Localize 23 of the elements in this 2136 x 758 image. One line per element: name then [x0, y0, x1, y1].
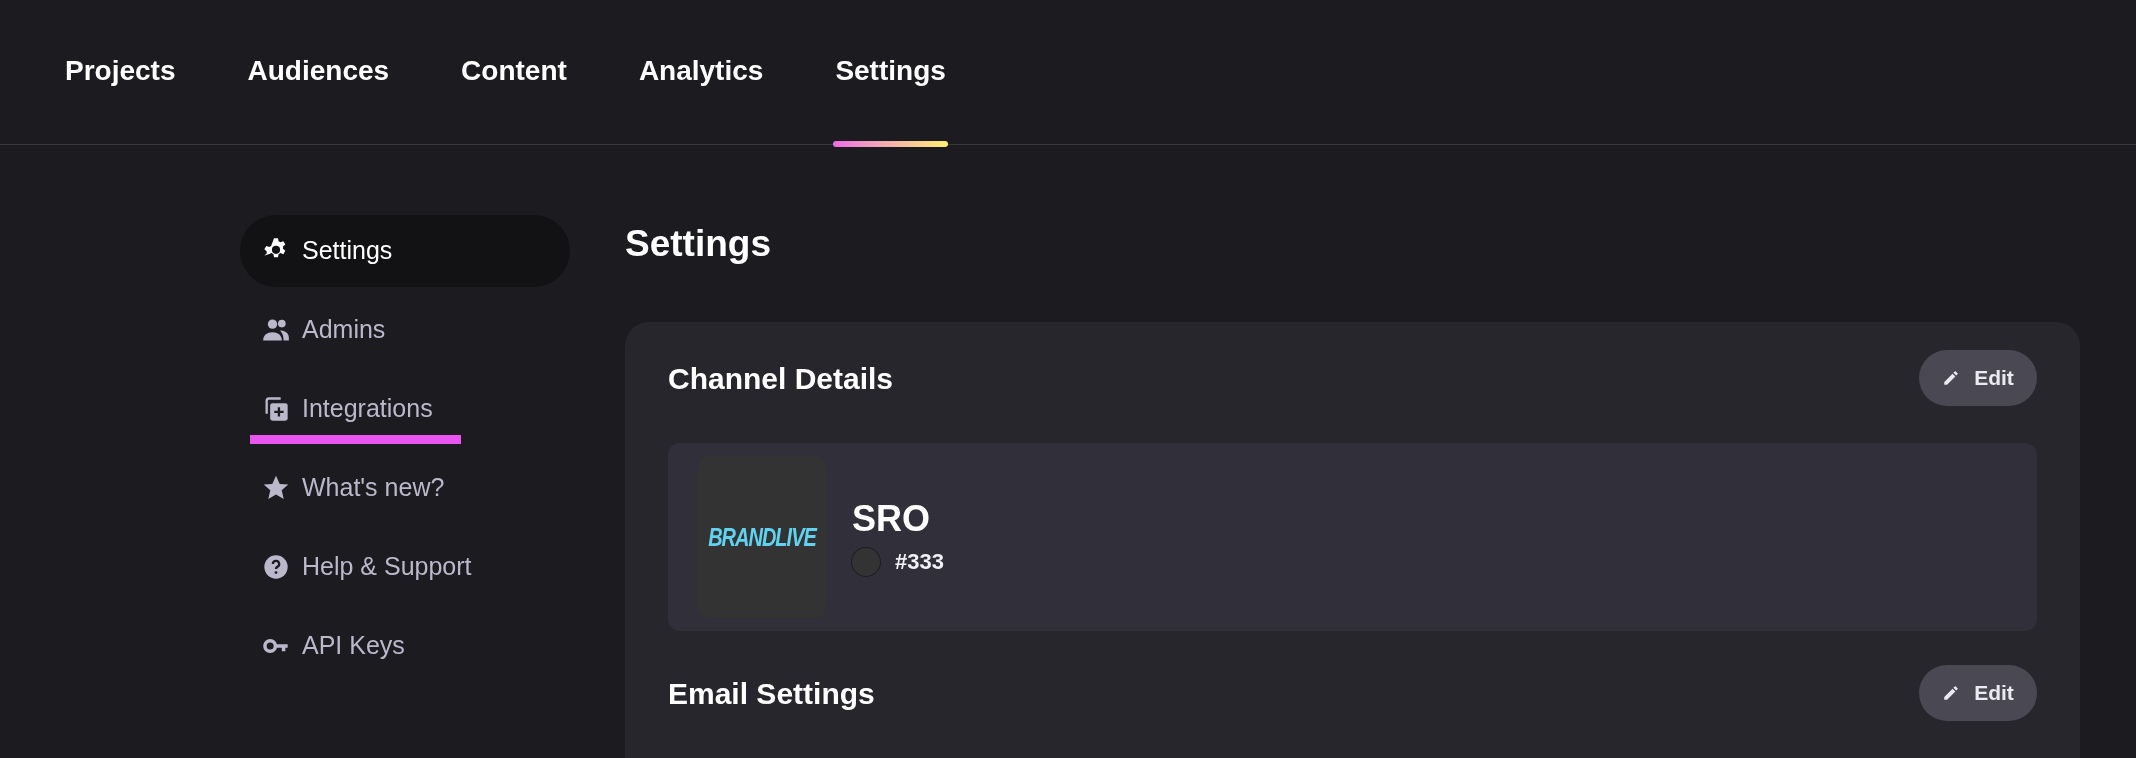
- nav-tab[interactable]: Analytics: [638, 50, 764, 94]
- nav-tab[interactable]: Audiences: [247, 50, 390, 94]
- sidebar-item[interactable]: API Keys: [240, 610, 570, 682]
- sidebar-item[interactable]: Settings: [240, 215, 570, 287]
- page-title: Settings: [625, 225, 772, 262]
- help-icon: [262, 553, 290, 581]
- color-code: #333: [895, 548, 944, 576]
- pencil-icon: [1942, 369, 1961, 387]
- sidebar-item[interactable]: Admins: [240, 294, 570, 366]
- sidebar-item[interactable]: Integrations: [240, 373, 570, 445]
- pencil-icon: [1942, 684, 1961, 702]
- section-title: Channel Details: [668, 360, 894, 397]
- star-icon: [262, 474, 290, 502]
- edit-button[interactable]: Edit: [1919, 665, 2037, 721]
- nav-tab[interactable]: Projects: [65, 50, 176, 94]
- section-title: Email Settings: [668, 675, 875, 712]
- sidebar-item[interactable]: Help & Support: [240, 531, 570, 603]
- sidebar-item[interactable]: What's new?: [240, 452, 570, 524]
- nav-tab[interactable]: Content: [461, 50, 567, 94]
- edit-button[interactable]: Edit: [1919, 350, 2037, 406]
- channel-logo: BRANDLIVE: [697, 455, 827, 619]
- channel-name: SRO: [852, 497, 931, 541]
- nav-tab[interactable]: Settings: [835, 50, 946, 94]
